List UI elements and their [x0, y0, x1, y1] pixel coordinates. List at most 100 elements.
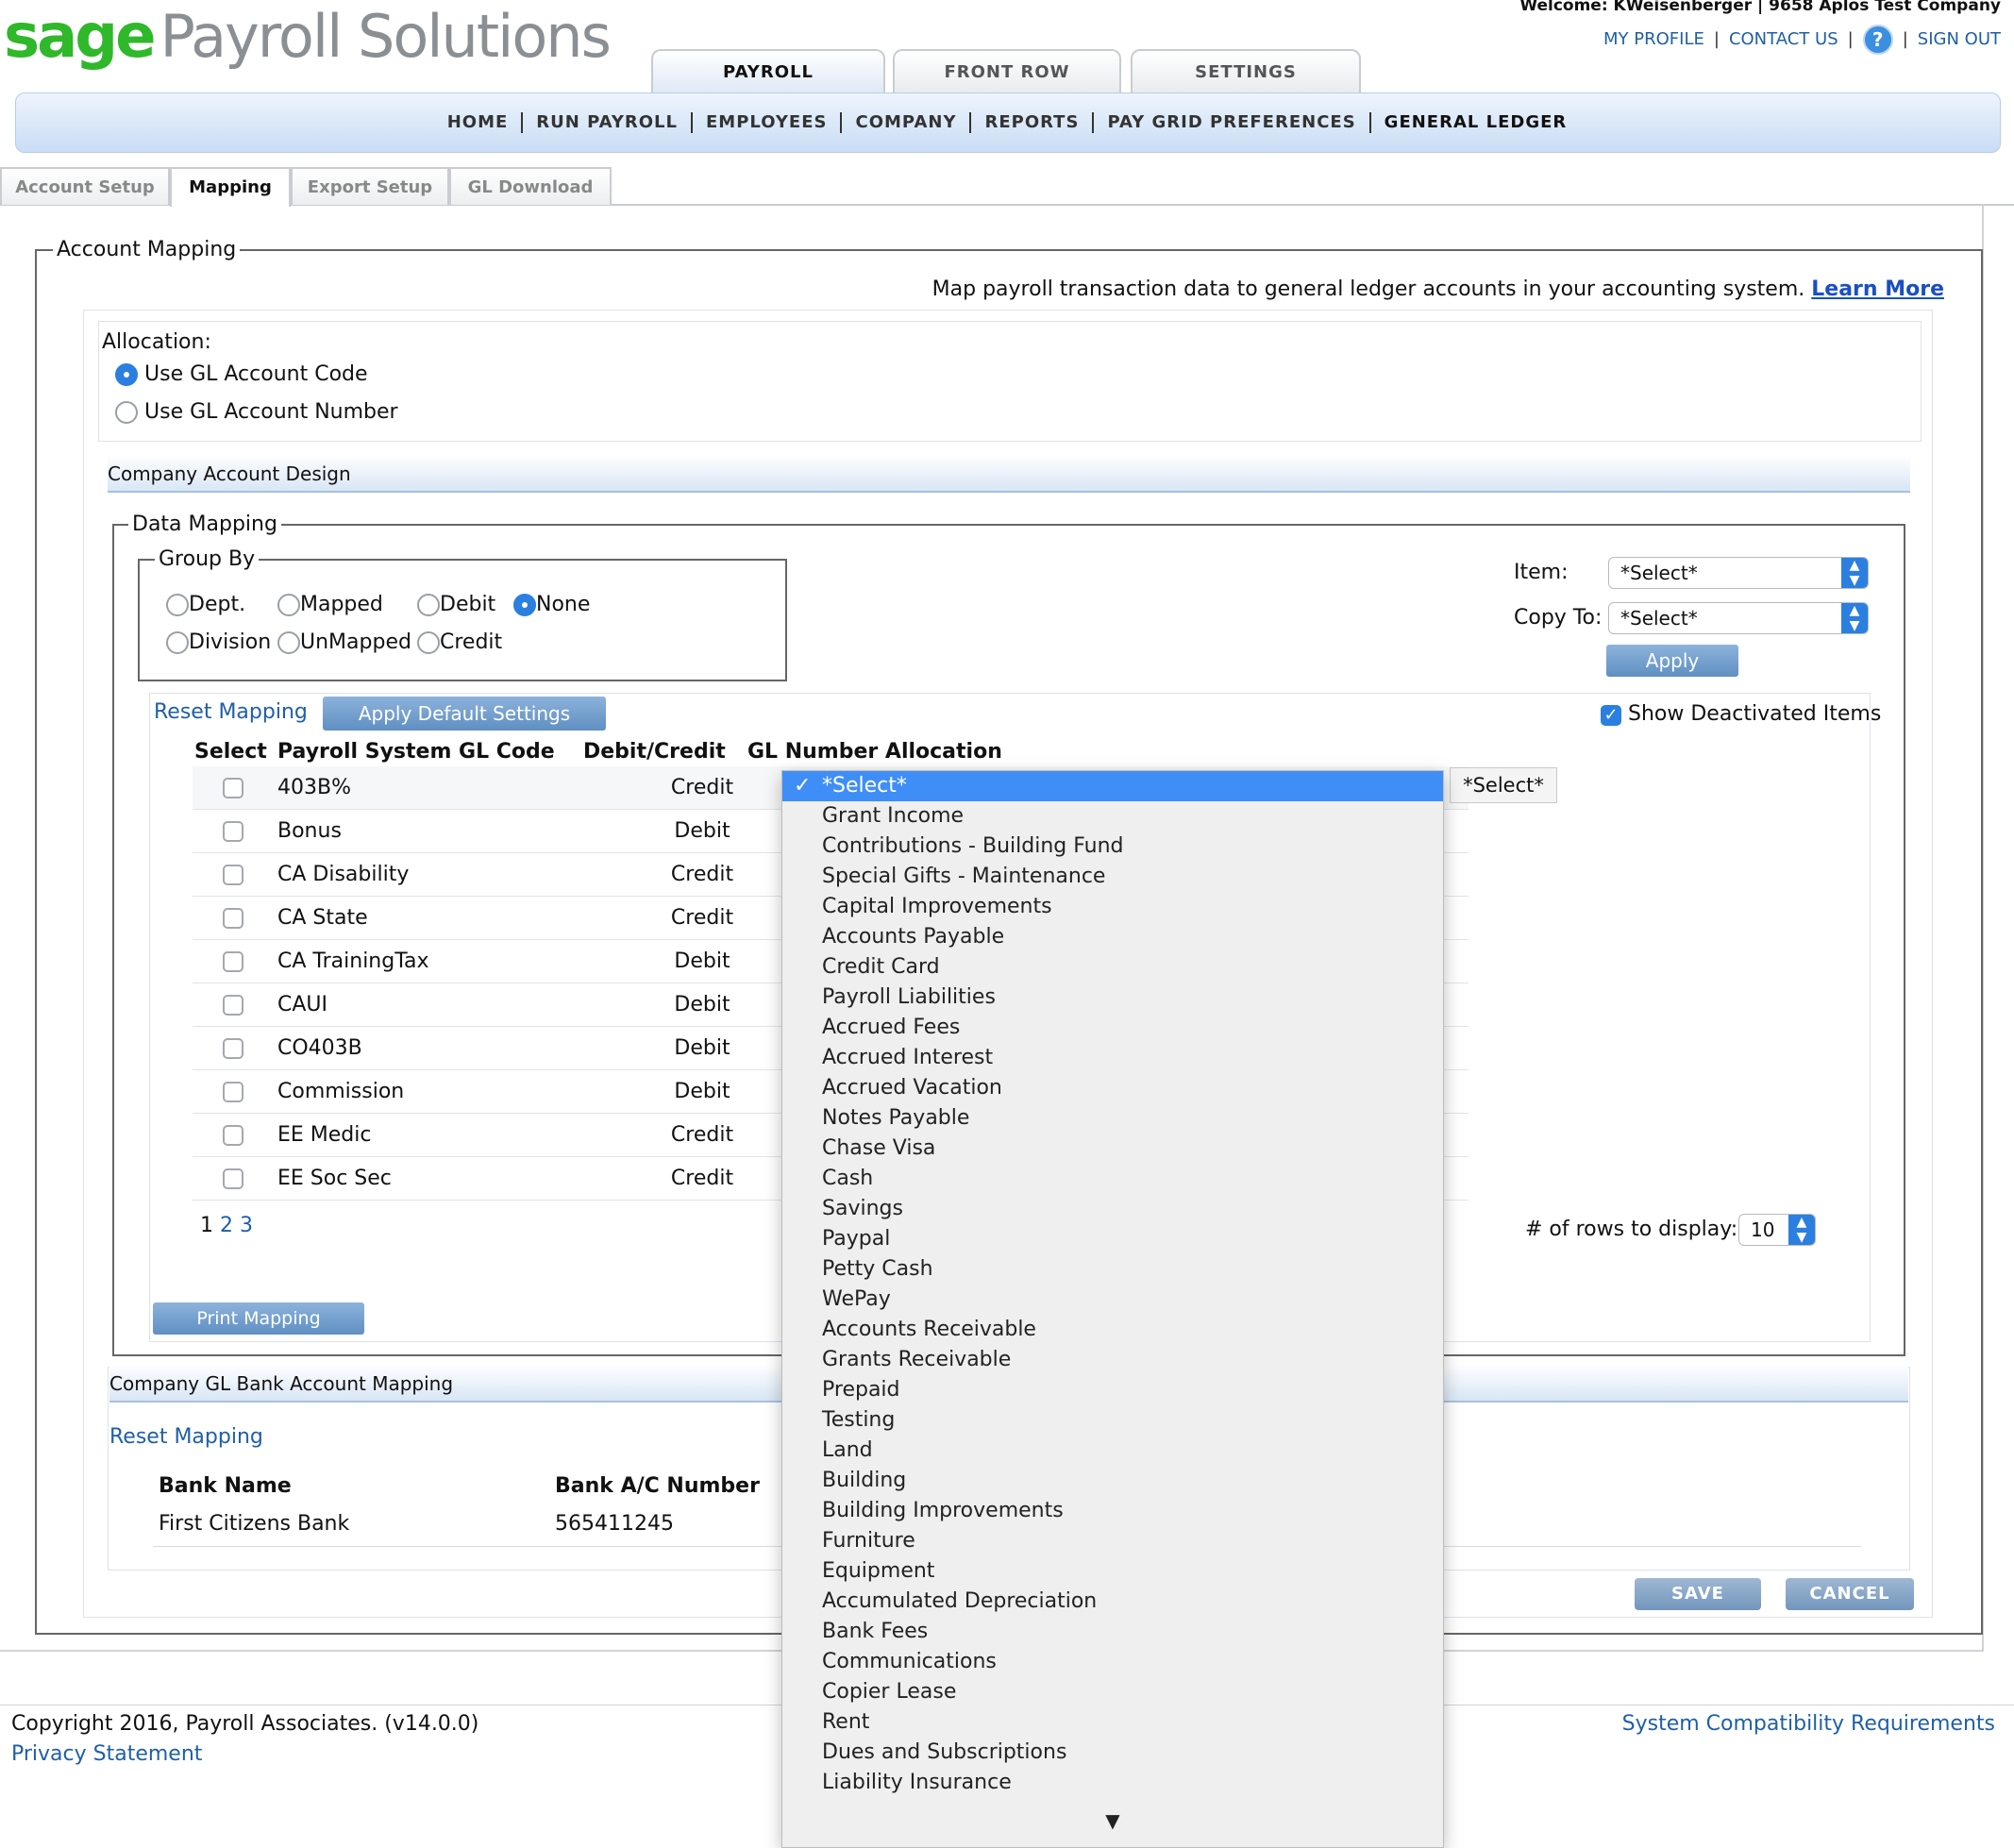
dropdown-option[interactable]: Building Improvements [782, 1496, 1443, 1526]
row-checkbox[interactable] [223, 995, 243, 1016]
row-checkbox[interactable] [223, 821, 243, 842]
dropdown-option[interactable]: Grant Income [782, 801, 1443, 832]
row-checkbox[interactable] [223, 1125, 243, 1146]
dropdown-option[interactable]: Accrued Interest [782, 1043, 1443, 1073]
none-radio[interactable] [513, 594, 536, 616]
nav-general-ledger[interactable]: GENERAL LEDGER [1371, 112, 1581, 133]
dropdown-option-selected[interactable]: ✓ *Select* [782, 771, 1443, 801]
dept-radio[interactable] [166, 594, 189, 616]
dropdown-option[interactable]: Accrued Vacation [782, 1073, 1443, 1103]
nav-employees[interactable]: EMPLOYEES [693, 112, 843, 133]
row-checkbox[interactable] [223, 778, 243, 798]
dropdown-option[interactable]: Liability Insurance [782, 1768, 1443, 1798]
privacy-statement-link[interactable]: Privacy Statement [11, 1742, 202, 1766]
dropdown-option[interactable]: Prepaid [782, 1375, 1443, 1405]
allocation-option-code[interactable]: Use GL Account Code [115, 362, 368, 386]
print-mapping-button[interactable]: Print Mapping [153, 1302, 364, 1335]
group-by-credit[interactable]: Credit [417, 630, 502, 654]
tab-settings[interactable]: SETTINGS [1131, 49, 1361, 92]
allocation-code-radio[interactable] [115, 363, 138, 386]
row-checkbox[interactable] [223, 1168, 243, 1189]
group-by-dept[interactable]: Dept. [166, 593, 245, 616]
group-by-none[interactable]: None [513, 593, 590, 616]
save-button[interactable]: SAVE [1635, 1578, 1761, 1610]
nav-company[interactable]: COMPANY [842, 112, 972, 133]
dropdown-option[interactable]: Contributions - Building Fund [782, 832, 1443, 862]
item-select[interactable]: *Select* ▲ ▼ [1608, 557, 1869, 589]
dropdown-option[interactable]: Rent [782, 1707, 1443, 1738]
rows-to-display-select[interactable]: 10 ▲ ▼ [1738, 1214, 1816, 1246]
dropdown-option[interactable]: Notes Payable [782, 1103, 1443, 1134]
dropdown-option[interactable]: Accumulated Depreciation [782, 1587, 1443, 1617]
dropdown-option[interactable]: Equipment [782, 1556, 1443, 1587]
dropdown-option[interactable]: Capital Improvements [782, 892, 1443, 922]
nav-reports[interactable]: REPORTS [971, 112, 1095, 133]
nav-home[interactable]: HOME [434, 112, 524, 133]
sign-out-link[interactable]: SIGN OUT [1918, 29, 2001, 49]
dropdown-option[interactable]: Accounts Payable [782, 922, 1443, 952]
contact-us-link[interactable]: CONTACT US [1729, 29, 1838, 49]
row-checkbox[interactable] [223, 865, 243, 885]
group-by-unmapped[interactable]: UnMapped [277, 630, 411, 654]
gl-allocation-select-button[interactable]: *Select* [1450, 767, 1557, 803]
subtab-account-setup[interactable]: Account Setup [0, 167, 170, 205]
my-profile-link[interactable]: MY PROFILE [1603, 29, 1704, 49]
allocation-option-number[interactable]: Use GL Account Number [115, 400, 398, 424]
copy-to-select[interactable]: *Select* ▲ ▼ [1608, 602, 1869, 634]
page-3-link[interactable]: 3 [240, 1214, 253, 1237]
dropdown-option[interactable]: Copier Lease [782, 1677, 1443, 1707]
dropdown-option[interactable]: Chase Visa [782, 1134, 1443, 1164]
dropdown-option[interactable]: Furniture [782, 1526, 1443, 1556]
row-checkbox[interactable] [223, 1038, 243, 1059]
reset-mapping-link[interactable]: Reset Mapping [154, 700, 308, 724]
learn-more-link[interactable]: Learn More [1811, 277, 1944, 301]
row-checkbox[interactable] [223, 908, 243, 929]
dropdown-option[interactable]: Paypal [782, 1224, 1443, 1254]
show-deactivated[interactable]: ✓ Show Deactivated Items [1601, 702, 1881, 726]
scroll-down-arrow-icon[interactable]: ▼ [782, 1809, 1443, 1838]
dropdown-option[interactable]: Special Gifts - Maintenance [782, 862, 1443, 892]
subtab-gl-download[interactable]: GL Download [449, 167, 612, 205]
dropdown-option[interactable]: Grants Receivable [782, 1345, 1443, 1375]
subtab-export-setup[interactable]: Export Setup [291, 167, 449, 205]
mapped-radio[interactable] [277, 594, 300, 616]
tab-front-row-reports[interactable]: FRONT ROW REPORTS [893, 49, 1121, 126]
apply-default-settings-button[interactable]: Apply Default Settings [323, 697, 606, 731]
page-2-link[interactable]: 2 [220, 1214, 233, 1237]
subtab-mapping[interactable]: Mapping [170, 167, 291, 207]
row-checkbox[interactable] [223, 951, 243, 972]
dropdown-option[interactable]: Communications [782, 1647, 1443, 1677]
group-by-mapped[interactable]: Mapped [277, 593, 383, 616]
unmapped-radio[interactable] [277, 631, 300, 654]
nav-pay-grid-preferences[interactable]: PAY GRID PREFERENCES [1094, 112, 1371, 133]
group-by-debit[interactable]: Debit [417, 593, 495, 616]
dropdown-option[interactable]: Accrued Fees [782, 1013, 1443, 1043]
nav-run-payroll[interactable]: RUN PAYROLL [523, 112, 693, 133]
dropdown-option[interactable]: Credit Card [782, 952, 1443, 983]
dropdown-option[interactable]: Accounts Receivable [782, 1315, 1443, 1345]
tab-payroll[interactable]: PAYROLL [651, 49, 885, 94]
apply-button[interactable]: Apply [1606, 645, 1738, 677]
dropdown-option[interactable]: Payroll Liabilities [782, 983, 1443, 1013]
group-by-division[interactable]: Division [166, 630, 271, 654]
division-radio[interactable] [166, 631, 189, 654]
system-compatibility-link[interactable]: System Compatibility Requirements [1622, 1712, 1995, 1736]
dropdown-option[interactable]: WePay [782, 1285, 1443, 1315]
row-checkbox[interactable] [223, 1082, 243, 1102]
show-deactivated-checkbox[interactable]: ✓ [1601, 705, 1621, 726]
dropdown-option[interactable]: Land [782, 1436, 1443, 1466]
dropdown-option[interactable]: Dues and Subscriptions [782, 1738, 1443, 1768]
debit-radio[interactable] [417, 594, 440, 616]
dropdown-option[interactable]: Petty Cash [782, 1254, 1443, 1285]
bank-reset-mapping-link[interactable]: Reset Mapping [109, 1425, 263, 1449]
gl-allocation-dropdown-list[interactable]: ✓ *Select* Grant Income Contributions - B… [781, 770, 1444, 1848]
dropdown-option[interactable]: Testing [782, 1405, 1443, 1436]
allocation-number-radio[interactable] [115, 401, 138, 424]
dropdown-option[interactable]: Savings [782, 1194, 1443, 1224]
dropdown-option[interactable]: Cash [782, 1164, 1443, 1194]
dropdown-option[interactable]: Bank Fees [782, 1617, 1443, 1647]
credit-radio[interactable] [417, 631, 440, 654]
help-icon[interactable]: ? [1862, 25, 1893, 55]
cancel-button[interactable]: CANCEL [1786, 1578, 1914, 1610]
dropdown-option[interactable]: Building [782, 1466, 1443, 1496]
